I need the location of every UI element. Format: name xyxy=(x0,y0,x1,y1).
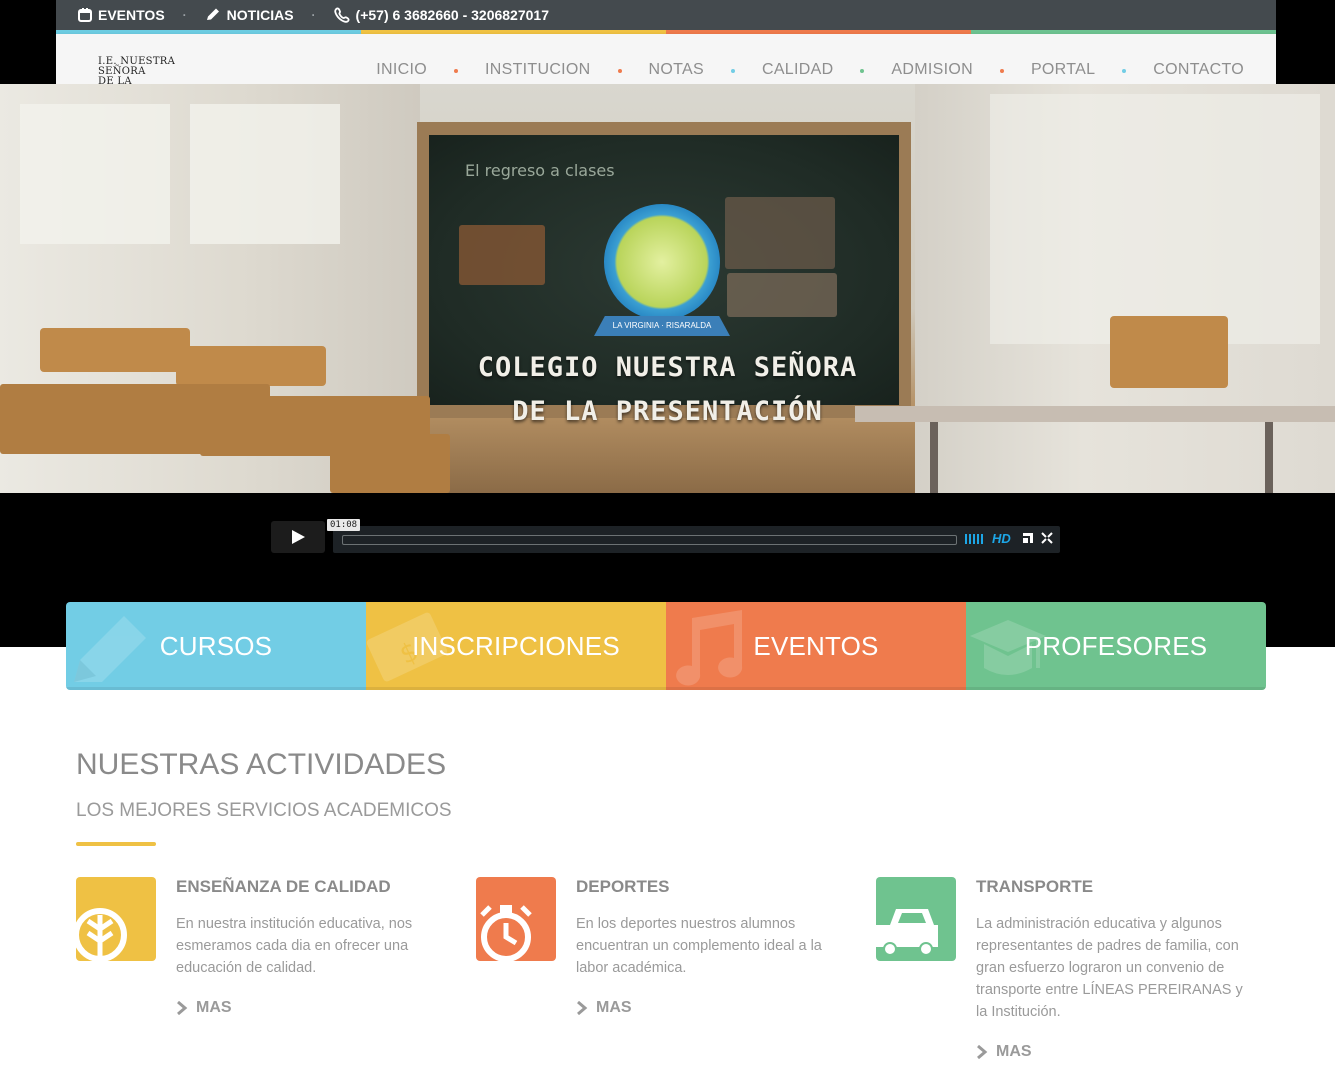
feature-transport-icon-box xyxy=(876,877,956,961)
topbar-separator: · xyxy=(182,8,187,22)
play-icon xyxy=(292,530,305,544)
board-photo xyxy=(727,273,837,317)
feature-quality-more-link[interactable]: MAS xyxy=(176,999,232,1017)
nav-separator-dot xyxy=(730,69,735,73)
more-label: MAS xyxy=(196,999,232,1016)
tile-eventos[interactable]: EVENTOS xyxy=(666,602,966,690)
emblem-caption: LA VIRGINIA · RISARALDA xyxy=(594,316,730,336)
chair xyxy=(176,346,326,386)
table xyxy=(855,406,1335,422)
stopwatch-icon xyxy=(480,905,532,961)
top-info-bar: EVENTOS · NOTICIAS · (+57) 6 3682660 - 3… xyxy=(56,0,1276,30)
nav-item-portal[interactable]: PORTAL xyxy=(1029,61,1097,79)
nav-item-notas[interactable]: NOTAS xyxy=(647,61,706,79)
feature-sports-icon-box xyxy=(476,877,556,961)
board-photo xyxy=(725,197,835,269)
feature-quality-icon-box xyxy=(76,877,156,961)
desk xyxy=(330,434,450,493)
chevron-right-icon xyxy=(177,1001,188,1015)
progress-bar[interactable] xyxy=(342,535,957,545)
chair xyxy=(1110,316,1228,388)
topbar-phone-link[interactable]: (+57) 6 3682660 - 3206827017 xyxy=(333,7,549,23)
section-subtitle: LOS MEJORES SERVICIOS ACADEMICOS xyxy=(76,800,452,821)
feature-sports-more-link[interactable]: MAS xyxy=(576,999,632,1017)
window-light xyxy=(190,104,340,244)
nav-item-inicio[interactable]: INICIO xyxy=(374,61,429,79)
table-leg xyxy=(1265,422,1273,493)
play-button[interactable] xyxy=(271,521,325,553)
nav-separator-dot xyxy=(860,69,865,73)
phone-icon xyxy=(333,7,350,23)
feature-quality-text: En nuestra institución educativa, nos es… xyxy=(176,916,413,976)
tile-profesores-label: PROFESORES xyxy=(1024,630,1208,661)
board-heading: El regreso a clases xyxy=(465,161,615,180)
nav-item-institucion[interactable]: INSTITUCION xyxy=(483,61,593,79)
tile-cursos[interactable]: CURSOS xyxy=(66,602,366,690)
nav-item-contacto[interactable]: CONTACTO xyxy=(1151,61,1246,79)
tile-profesores[interactable]: PROFESORES xyxy=(966,602,1266,690)
nav-separator-dot xyxy=(454,69,458,73)
feature-quality-title: ENSEÑANZA DE CALIDAD xyxy=(176,877,391,896)
hd-toggle[interactable]: HD xyxy=(992,531,1011,546)
tile-cursos-label: CURSOS xyxy=(159,630,273,661)
time-tooltip: 01:08 xyxy=(327,519,361,531)
volume-control[interactable] xyxy=(965,534,983,544)
board-photo xyxy=(459,225,545,285)
nav-item-calidad[interactable]: CALIDAD xyxy=(760,61,835,79)
feature-transport-title: TRANSPORTE xyxy=(976,877,1094,896)
section-title: NUESTRAS ACTIVIDADES xyxy=(76,748,447,781)
window-light xyxy=(990,94,1320,344)
volume-bar xyxy=(965,534,967,544)
music-note-icon xyxy=(676,610,743,686)
topbar-events-link[interactable]: EVENTOS xyxy=(78,7,165,23)
calendar-icon xyxy=(78,8,92,22)
more-label: MAS xyxy=(996,1043,1032,1060)
topbar-news-link[interactable]: NOTICIAS xyxy=(205,7,294,23)
volume-bar xyxy=(981,534,983,544)
nav-separator-dot xyxy=(1122,69,1127,73)
feature-sports-title: DEPORTES xyxy=(576,877,670,896)
fullscreen-icon[interactable] xyxy=(1041,532,1053,544)
pip-icon[interactable] xyxy=(1022,532,1034,544)
nav-item-admision[interactable]: ADMISION xyxy=(889,61,975,79)
pencil-icon xyxy=(206,8,219,20)
chevron-right-icon xyxy=(577,1001,588,1015)
volume-bar xyxy=(969,534,971,544)
control-bar: HD xyxy=(333,526,1060,553)
volume-bar xyxy=(973,534,975,544)
topbar-phone-number: (+57) 6 3682660 - 3206827017 xyxy=(355,7,549,23)
chevron-right-icon xyxy=(977,1045,988,1059)
window-light xyxy=(20,104,170,244)
video-player[interactable]: El regreso a clases LA VIRGINIA · RISARA… xyxy=(0,84,1335,493)
feature-sports-text: En los deportes nuestros alumnos encuent… xyxy=(576,916,822,976)
feature-transport-text: La administración educativa y algunos re… xyxy=(976,916,1243,1020)
tile-shadow xyxy=(66,687,1266,690)
topbar-events-label: EVENTOS xyxy=(98,7,165,23)
nav-separator-dot xyxy=(999,69,1004,73)
tile-inscripciones-label: INSCRIPCIONES xyxy=(412,630,620,661)
video-controls: HD 01:08 xyxy=(271,519,1060,553)
feature-transport-more-link[interactable]: MAS xyxy=(976,1043,1032,1061)
tile-inscripciones[interactable]: $ INSCRIPCIONES xyxy=(366,602,666,690)
topbar-separator: · xyxy=(311,8,316,22)
more-label: MAS xyxy=(596,999,632,1016)
logo-line-1: I.E. NUESTRA SEÑORA xyxy=(98,56,176,77)
pencil-icon xyxy=(74,616,146,682)
chair xyxy=(40,328,190,372)
table-leg xyxy=(930,422,938,493)
topbar-news-label: NOTICIAS xyxy=(226,7,294,23)
school-emblem xyxy=(604,204,720,320)
nav-separator-dot xyxy=(617,69,622,73)
tile-eventos-label: EVENTOS xyxy=(753,630,879,661)
volume-bar xyxy=(977,534,979,544)
car-icon xyxy=(876,909,938,956)
leaf-icon xyxy=(76,908,127,961)
feature-tiles: CURSOS $ INSCRIPCIONES EVENTOS PROFESORE… xyxy=(66,602,1266,690)
section-underline xyxy=(76,842,156,846)
